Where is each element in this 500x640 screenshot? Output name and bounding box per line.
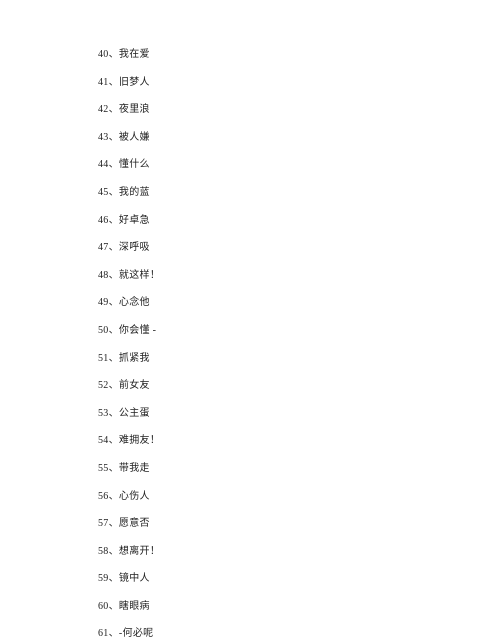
item-separator: 、 [109,546,119,557]
list-item: 42、夜里浪 [98,103,500,116]
item-number: 52 [98,380,109,391]
item-text: 深呼吸 [119,242,150,253]
list-item: 51、抓紧我 [98,352,500,365]
list-item: 45、我的蓝 [98,186,500,199]
item-number: 47 [98,242,109,253]
item-number: 54 [98,435,109,446]
item-number: 46 [98,215,109,226]
item-number: 42 [98,104,109,115]
item-text: 想离开！ [119,546,160,557]
item-number: 49 [98,297,109,308]
item-number: 56 [98,491,109,502]
item-separator: 、 [109,242,119,253]
list-item: 41、旧梦人 [98,76,500,89]
item-separator: 、 [109,297,119,308]
item-number: 45 [98,187,109,198]
item-text: 镜中人 [119,573,150,584]
item-number: 48 [98,270,109,281]
list-item: 46、好卓急 [98,214,500,227]
item-text: 我的蓝 [119,187,150,198]
item-text: 带我走 [119,463,150,474]
item-separator: 、 [109,435,119,446]
item-number: 60 [98,601,109,612]
item-number: 51 [98,353,109,364]
item-text: 我在爱 [119,49,150,60]
item-number: 44 [98,159,109,170]
item-number: 55 [98,463,109,474]
item-separator: 、 [109,573,119,584]
list-item: 55、带我走 [98,462,500,475]
list-item: 49、心念他 [98,296,500,309]
list-item: 56、心伤人 [98,490,500,503]
item-separator: 、 [109,49,119,60]
list-item: 54、难拥友！ [98,434,500,447]
list-item: 61、-何必呢 [98,627,500,640]
item-number: 50 [98,325,109,336]
item-text: 心伤人 [119,491,150,502]
list-item: 50、你会懂 - [98,324,500,337]
list-item: 40、我在爱 [98,48,500,61]
item-number: 58 [98,546,109,557]
list-item: 44、懂什么 [98,158,500,171]
item-separator: 、 [109,159,119,170]
item-number: 40 [98,49,109,60]
item-text: 就这样！ [119,270,160,281]
item-text: 你会懂 - [119,325,156,336]
list-item: 52、前女友 [98,379,500,392]
item-separator: 、 [109,601,119,612]
list-item: 59、镜中人 [98,572,500,585]
item-separator: 、 [109,380,119,391]
item-number: 43 [98,132,109,143]
item-separator: 、 [109,518,119,529]
list-item: 60、瞎眼病 [98,600,500,613]
item-number: 41 [98,77,109,88]
item-separator: 、 [109,491,119,502]
item-text: 瞎眼病 [119,601,150,612]
item-text: 抓紧我 [119,353,150,364]
item-text: 好卓急 [119,215,150,226]
list-item: 47、深呼吸 [98,241,500,254]
item-separator: 、 [109,353,119,364]
item-separator: 、 [109,132,119,143]
item-text: 愿意否 [119,518,150,529]
item-number: 53 [98,408,109,419]
list-container: 40、我在爱 41、旧梦人 42、夜里浪 43、被人嫌 44、懂什么 45、我的… [0,0,500,640]
item-text: 心念他 [119,297,150,308]
list-item: 53、公主蛋 [98,407,500,420]
item-text: 被人嫌 [119,132,150,143]
item-text: 懂什么 [119,159,150,170]
item-separator: 、 [109,463,119,474]
item-separator: 、 [109,408,119,419]
item-text: 公主蛋 [119,408,150,419]
item-separator: 、 [109,77,119,88]
item-text: 旧梦人 [119,77,150,88]
item-separator: 、 [109,215,119,226]
item-separator: 、 [109,270,119,281]
item-separator: 、 [109,325,119,336]
list-item: 48、就这样！ [98,269,500,282]
item-number: 59 [98,573,109,584]
list-item: 58、想离开！ [98,545,500,558]
list-item: 43、被人嫌 [98,131,500,144]
item-separator: 、 [109,187,119,198]
list-item: 57、愿意否 [98,517,500,530]
item-text: 前女友 [119,380,150,391]
item-text: 难拥友！ [119,435,160,446]
item-separator: 、 [109,104,119,115]
item-text: 夜里浪 [119,104,150,115]
item-number: 57 [98,518,109,529]
